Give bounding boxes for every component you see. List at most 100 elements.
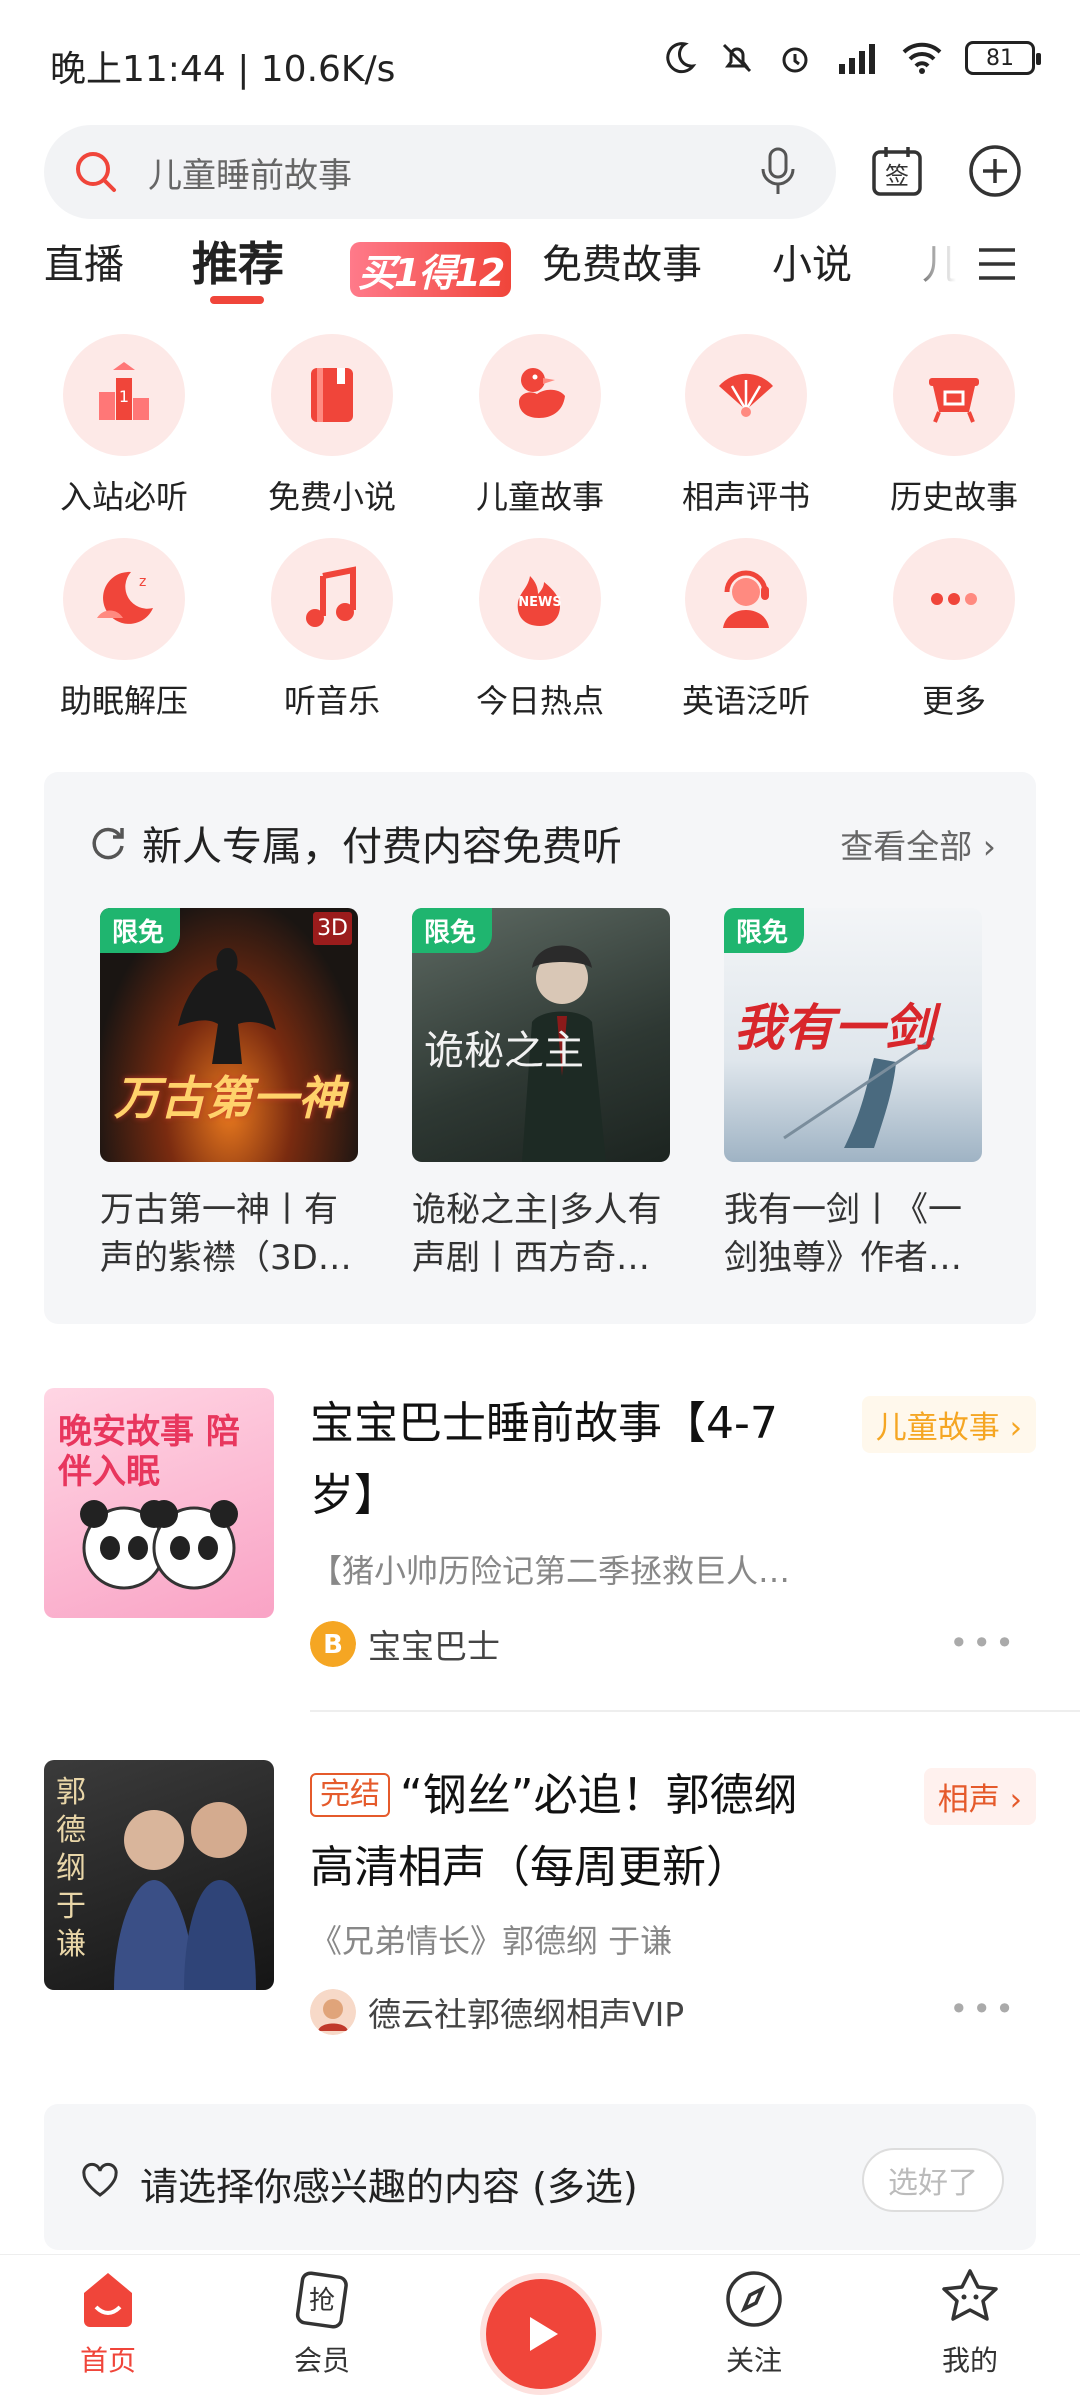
category-item[interactable]: 历史故事 [854, 334, 1054, 518]
interest-prompt: 请选择你感兴趣的内容 (多选) [140, 2165, 638, 2209]
free-badge: 限免 [724, 908, 805, 953]
cover-title-text: 晚安故事 陪伴入眠 [58, 1412, 240, 1492]
bottom-nav: 首页 抢 会员 关注 我的 [0, 2254, 1080, 2400]
tab-fade [900, 232, 970, 302]
svg-text:z: z [139, 574, 146, 590]
chevron-right-icon: › [1009, 1410, 1022, 1446]
category-item[interactable]: 1 入站必听 [24, 334, 224, 518]
more-dots-icon [931, 593, 977, 605]
category-item[interactable]: NEWS 今日热点 [440, 538, 640, 722]
nav-vip[interactable]: 抢 会员 [242, 2267, 402, 2379]
category-label: 今日热点 [475, 682, 604, 720]
category-label: 听音乐 [283, 682, 380, 720]
book-cover: 限免 我有一剑 [724, 908, 982, 1162]
category-label: 儿童故事 [475, 478, 604, 516]
headset-icon [723, 570, 769, 628]
feed-item[interactable]: 郭德纲 于谦 完结 “钢丝”必追！郭德纲高清相声（每周更新） 相声 › 《兄弟情长… [0, 1760, 1080, 2060]
completed-badge: 完结 [310, 1773, 390, 1817]
category-item[interactable]: 儿童故事 [440, 334, 640, 518]
cauldron-icon [929, 378, 979, 423]
view-all-link[interactable]: 查看全部 › [840, 820, 996, 868]
svg-text:抢: 抢 [309, 2286, 335, 2316]
book-title: 我有一剑丨《一剑独尊》作者… [724, 1190, 962, 1278]
confirm-interest-button[interactable]: 选好了 [862, 2148, 1004, 2212]
tab-active-indicator [210, 296, 264, 304]
trophy-icon: 1 [99, 362, 149, 420]
category-label: 历史故事 [889, 478, 1018, 516]
cover-title-text: 郭德纲 于谦 [56, 1775, 86, 1962]
book-cover: 限免 3D 万古第一神 [100, 908, 358, 1162]
book-card[interactable]: 限免 我有一剑 我有一剑丨《一剑独尊》作者… [724, 908, 982, 1282]
more-options-icon[interactable]: ••• [949, 1990, 1018, 2028]
search-placeholder: 儿童睡前故事 [148, 155, 352, 196]
tab-free-stories[interactable]: 免费故事 [542, 232, 702, 290]
feed-cover: 晚安故事 陪伴入眠 [44, 1388, 274, 1618]
feed-author[interactable]: 德云社郭德纲相声VIP [310, 1988, 684, 2036]
feed-divider [310, 1710, 1080, 1712]
book-card[interactable]: 限免 3D 万古第一神 万古第一神丨有声的紫襟（3D… [100, 908, 358, 1282]
category-label: 入站必听 [59, 478, 188, 516]
signal-icon [839, 44, 875, 74]
panel-title: 新人专属，付费内容免费听 [142, 824, 622, 870]
free-badge: 限免 [100, 908, 181, 953]
category-label: 英语泛听 [681, 682, 810, 720]
svg-text:B: B [323, 1630, 343, 1660]
wifi-icon [902, 42, 942, 74]
category-item[interactable]: 听音乐 [232, 538, 432, 722]
feed-tag-label: 儿童故事 [875, 1410, 1000, 1446]
status-icons: 81 [661, 40, 1041, 76]
status-time: 晚上11:44 | 10.6K/s [50, 49, 396, 90]
cover-title-text: 诡秘之主 [424, 1028, 584, 1074]
feed-cover: 郭德纲 于谦 [44, 1760, 274, 1990]
music-note-icon [306, 566, 356, 627]
book-cover: 限免 诡秘之主 [412, 908, 670, 1162]
chevron-right-icon: › [1009, 1782, 1022, 1818]
category-item[interactable]: 英语泛听 [646, 538, 846, 722]
microphone-icon[interactable] [758, 145, 798, 199]
compass-icon [726, 2271, 782, 2327]
cover-corner-label: 3D [313, 912, 352, 945]
tab-novel[interactable]: 小说 [772, 232, 852, 290]
category-item[interactable]: 更多 [854, 538, 1054, 722]
category-tabs: 直播 推荐 买1得12 免费故事 小说 儿 [0, 232, 1080, 312]
nav-profile[interactable]: 我的 [890, 2267, 1050, 2379]
book-card[interactable]: 限免 诡秘之主 诡秘之主|多人有声剧丨西方奇… [412, 908, 670, 1282]
tab-recommend[interactable]: 推荐 [192, 228, 284, 294]
tab-live[interactable]: 直播 [44, 232, 124, 290]
moon-status-icon [666, 42, 697, 74]
svg-text:NEWS: NEWS [518, 595, 561, 610]
refresh-icon[interactable] [88, 822, 128, 862]
feed-author[interactable]: B 宝宝巴士 [310, 1620, 500, 1668]
category-item[interactable]: 免费小说 [232, 334, 432, 518]
nav-follow[interactable]: 关注 [674, 2267, 834, 2379]
check-in-icon[interactable]: 签 [870, 144, 924, 198]
search-input[interactable]: 儿童睡前故事 [44, 125, 836, 219]
interest-panel: 请选择你感兴趣的内容 (多选) 选好了 [44, 2104, 1036, 2250]
category-label: 更多 [921, 682, 986, 720]
play-button[interactable] [486, 2279, 596, 2389]
svg-text:签: 签 [885, 162, 909, 190]
feed-tag-label: 相声 [937, 1782, 1000, 1818]
author-avatar-icon: B [310, 1621, 356, 1667]
heart-icon [82, 2162, 118, 2197]
feed-item[interactable]: 晚安故事 陪伴入眠 宝宝巴士睡前故事【4-7岁】 儿童故事 › 【猪小帅历险记第… [0, 1388, 1080, 1688]
menu-icon[interactable] [975, 244, 1019, 284]
news-icon: NEWS [517, 576, 562, 626]
add-icon[interactable] [968, 144, 1022, 198]
feed-category-tag[interactable]: 相声 › [923, 1768, 1036, 1825]
category-item[interactable]: z 助眠解压 [24, 538, 224, 722]
author-name: 德云社郭德纲相声VIP [368, 1995, 685, 2034]
duck-icon [519, 368, 565, 418]
nav-home[interactable]: 首页 [28, 2267, 188, 2379]
fan-icon [719, 373, 773, 417]
profile-star-icon [942, 2269, 998, 2321]
cover-title-text: 我有一剑 [734, 999, 934, 1057]
feed-category-tag[interactable]: 儿童故事 › [861, 1396, 1036, 1453]
category-label: 助眠解压 [59, 682, 188, 720]
more-options-icon[interactable]: ••• [949, 1624, 1018, 1662]
feed-description: 【猪小帅历险记第二季拯救巨人… [310, 1552, 791, 1590]
book-icon [311, 368, 353, 422]
category-item[interactable]: 相声评书 [646, 334, 846, 518]
book-title: 万古第一神丨有声的紫襟（3D… [100, 1190, 352, 1278]
tab-promo[interactable]: 买1得12 [350, 242, 512, 297]
